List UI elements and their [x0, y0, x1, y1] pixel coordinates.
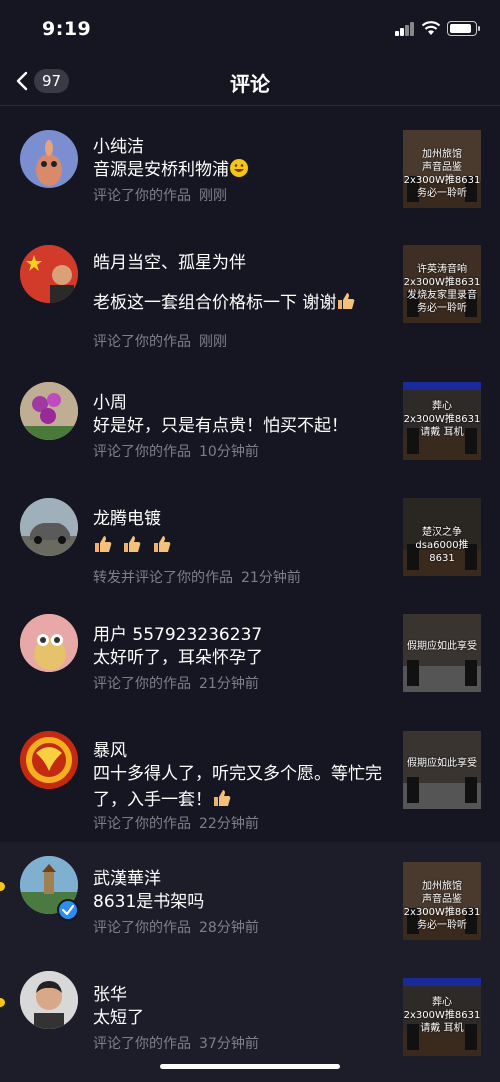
comment-text: 老板这一套组合价格标一下 谢谢: [93, 290, 393, 316]
video-thumbnail[interactable]: 假期应如此享受: [403, 614, 481, 692]
action-label: 评论了你的作品: [93, 676, 191, 692]
cellular-signal-icon: [395, 22, 415, 36]
video-thumbnail[interactable]: 假期应如此享受: [403, 731, 481, 809]
timestamp: 刚刚: [199, 188, 227, 204]
home-indicator[interactable]: [160, 1064, 340, 1069]
action-label: 转发并评论了你的作品: [93, 570, 233, 586]
comment-body: 音源是安桥利物浦: [93, 160, 229, 180]
comment-meta: 评论了你的作品 刚刚: [93, 331, 227, 351]
thumbnail-caption: 楚汉之争 dsa6000推8631: [415, 527, 469, 564]
comment-text: 好是好，只是有点贵！怕买不起！: [93, 413, 393, 439]
thumbnail-caption: 假期应如此享受: [407, 641, 477, 652]
comment-row[interactable]: 小纯洁 音源是安桥利物浦 评论了你的作品 刚刚 加州旅馆 声音品鉴 2x300W推…: [0, 107, 500, 223]
timestamp: 22分钟前: [199, 816, 259, 832]
thumbs-up-emoji-icon: [153, 536, 171, 552]
commenter-name[interactable]: 小纯洁: [93, 132, 144, 157]
video-thumbnail[interactable]: 葬心 2x300W推8631 请戴 耳机: [403, 978, 481, 1056]
comment-body: 四十多得人了，听完又多个愿。等忙完了，入手一套！: [93, 764, 382, 810]
verified-badge-icon: [57, 899, 79, 921]
timestamp: 10分钟前: [199, 444, 259, 460]
thumbnail-caption: 加州旅馆 声音品鉴 2x300W推8631 务必一聆听: [403, 149, 481, 199]
avatar[interactable]: [20, 130, 78, 188]
avatar[interactable]: [20, 614, 78, 672]
comment-meta: 转发并评论了你的作品 21分钟前: [93, 567, 301, 587]
nav-bar: 97 评论: [0, 56, 500, 106]
avatar[interactable]: [20, 382, 78, 440]
action-label: 评论了你的作品: [93, 444, 191, 460]
thumbnail-caption: 假期应如此享受: [407, 758, 477, 769]
timestamp: 21分钟前: [199, 676, 259, 692]
video-thumbnail[interactable]: 许英涛音响 2x300W推8631 发烧友家里录音 务必一聆听: [403, 245, 481, 323]
comment-meta: 评论了你的作品 10分钟前: [93, 441, 259, 461]
comment-row[interactable]: 用户 557923236237 太好听了，耳朵怀孕了 评论了你的作品 21分钟前 …: [0, 595, 500, 711]
thumbs-up-emoji-icon: [124, 536, 141, 552]
comment-text: [93, 533, 393, 559]
comment-meta: 评论了你的作品 37分钟前: [93, 1033, 259, 1053]
thumbs-up-emoji-icon: [95, 536, 112, 552]
comment-text: 8631是书架吗: [93, 889, 393, 915]
page-title: 评论: [230, 72, 270, 96]
unread-indicator: [0, 998, 5, 1007]
comment-meta: 评论了你的作品 22分钟前: [93, 813, 259, 833]
status-bar: 9:19: [0, 0, 500, 56]
thumbnail-caption: 许英涛音响 2x300W推8631 发烧友家里录音 务必一聆听: [403, 264, 481, 314]
timestamp: 37分钟前: [199, 1036, 259, 1052]
commenter-name[interactable]: 小周: [93, 388, 127, 413]
comment-meta: 评论了你的作品 28分钟前: [93, 917, 259, 937]
timestamp: 21分钟前: [241, 570, 301, 586]
battery-icon: [447, 21, 480, 36]
action-label: 评论了你的作品: [93, 816, 191, 832]
video-thumbnail[interactable]: 加州旅馆 声音品鉴 2x300W推8631 务必一聆听: [403, 130, 481, 208]
wifi-icon: [421, 21, 441, 35]
avatar[interactable]: [20, 971, 78, 1029]
thumbnail-caption: 葬心 2x300W推8631 请戴 耳机: [403, 401, 481, 438]
thumbs-up-emoji-icon: [338, 293, 355, 309]
action-label: 评论了你的作品: [93, 334, 191, 350]
comment-text: 音源是安桥利物浦: [93, 157, 393, 183]
grinning-emoji-icon: [230, 159, 248, 177]
comment-row[interactable]: 皓月当空、孤星为伴 老板这一套组合价格标一下 谢谢 评论了你的作品 刚刚 许英涛音…: [0, 223, 500, 363]
comment-body: 8631是书架吗: [93, 892, 205, 912]
comment-body: 太好听了，耳朵怀孕了: [93, 648, 263, 668]
action-label: 评论了你的作品: [93, 1036, 191, 1052]
comment-body: 老板这一套组合价格标一下 谢谢: [93, 293, 337, 313]
comments-screen: 9:19 97 评论 小纯洁 音源是安桥利物浦 评论了你的作品 刚刚 加州旅馆 …: [0, 0, 500, 1082]
unread-indicator: [0, 882, 5, 891]
commenter-name[interactable]: 用户 557923236237: [93, 620, 262, 645]
video-thumbnail[interactable]: 楚汉之争 dsa6000推8631: [403, 498, 481, 576]
comment-meta: 评论了你的作品 21分钟前: [93, 673, 259, 693]
comment-text: 太短了: [93, 1005, 393, 1031]
avatar[interactable]: [20, 731, 78, 789]
commenter-name[interactable]: 暴风: [93, 736, 127, 761]
commenter-name[interactable]: 龙腾电镀: [93, 504, 161, 529]
commenter-name[interactable]: 张华: [93, 980, 127, 1005]
thumbnail-caption: 加州旅馆 声音品鉴 2x300W推8631 务必一聆听: [403, 881, 481, 931]
avatar[interactable]: [20, 498, 78, 556]
action-label: 评论了你的作品: [93, 188, 191, 204]
status-time: 9:19: [42, 18, 92, 40]
comment-meta: 评论了你的作品 刚刚: [93, 185, 227, 205]
timestamp: 28分钟前: [199, 920, 259, 936]
comment-text: 四十多得人了，听完又多个愿。等忙完了，入手一套！: [93, 761, 393, 813]
avatar[interactable]: [20, 245, 78, 303]
timestamp: 刚刚: [199, 334, 227, 350]
video-thumbnail[interactable]: 葬心 2x300W推8631 请戴 耳机: [403, 382, 481, 460]
comment-body: 太短了: [93, 1008, 144, 1028]
action-label: 评论了你的作品: [93, 920, 191, 936]
video-thumbnail[interactable]: 加州旅馆 声音品鉴 2x300W推8631 务必一聆听: [403, 862, 481, 940]
thumbnail-caption: 葬心 2x300W推8631 请戴 耳机: [403, 997, 481, 1034]
thumbs-up-emoji-icon: [214, 790, 231, 806]
comment-text: 太好听了，耳朵怀孕了: [93, 645, 393, 671]
comment-row[interactable]: 武漢華洋 8631是书架吗 评论了你的作品 28分钟前 加州旅馆 声音品鉴 2x3…: [0, 842, 500, 958]
comment-body: 好是好，只是有点贵！怕买不起！: [93, 416, 348, 436]
comment-row[interactable]: 小周 好是好，只是有点贵！怕买不起！ 评论了你的作品 10分钟前 葬心 2x300…: [0, 363, 500, 479]
comment-row[interactable]: 暴风 四十多得人了，听完又多个愿。等忙完了，入手一套！ 评论了你的作品 22分钟前…: [0, 711, 500, 842]
commenter-name[interactable]: 皓月当空、孤星为伴: [93, 248, 246, 273]
commenter-name[interactable]: 武漢華洋: [93, 864, 161, 889]
comment-row[interactable]: 龙腾电镀 转发并评论了你的作品 21分钟前 楚汉之争 dsa6000推8631: [0, 479, 500, 595]
